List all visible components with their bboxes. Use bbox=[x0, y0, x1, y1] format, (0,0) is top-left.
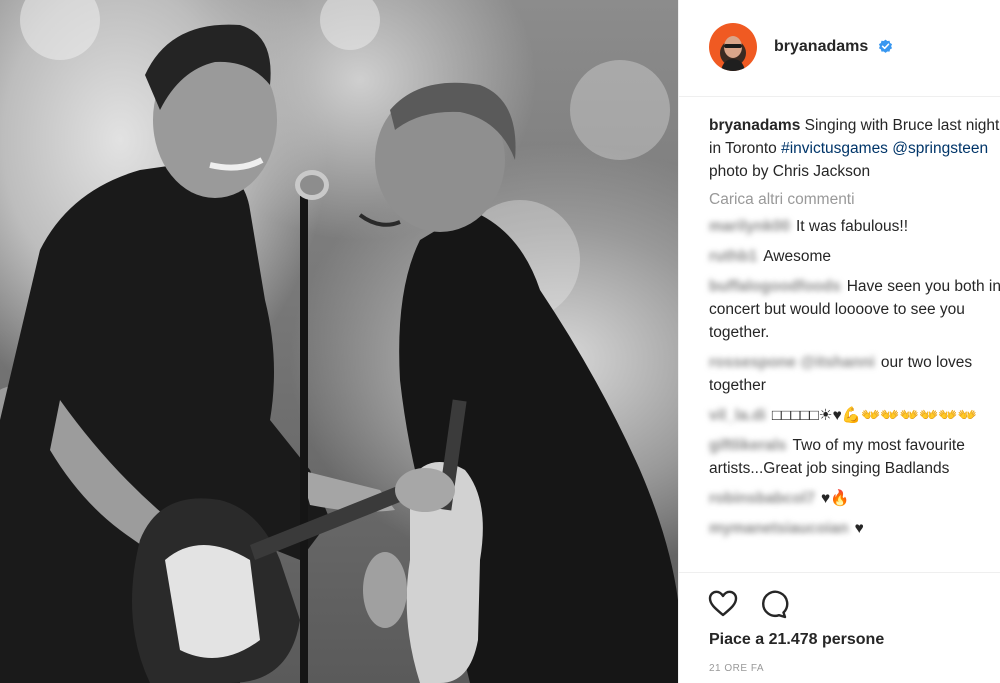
hashtag-link[interactable]: #invictusgames bbox=[781, 140, 888, 157]
comment-username[interactable]: ruthb1 bbox=[709, 248, 757, 265]
comment-text: ♥🔥 bbox=[820, 490, 850, 507]
comment-username[interactable]: marilynk00 bbox=[709, 218, 790, 235]
load-more-comments-link[interactable]: Carica altri commenti bbox=[709, 188, 1000, 211]
comment-username[interactable]: vil_la.di bbox=[709, 407, 766, 424]
comment-item: robinsbabcol7 ♥🔥 bbox=[709, 487, 1000, 510]
comment-text: It was fabulous!! bbox=[796, 218, 909, 235]
comment-text-cont: together bbox=[709, 377, 766, 394]
comment-item: giftlikerals Two of my most favourite art… bbox=[709, 434, 1000, 480]
verified-badge-icon bbox=[878, 39, 893, 53]
comment-username[interactable]: giftlikerals bbox=[709, 437, 787, 454]
comment-username[interactable]: buffalogoodfoods bbox=[709, 278, 841, 295]
caption-text: Singing with Bruce last night bbox=[804, 117, 1000, 134]
likes-count[interactable]: Piace a 21.478 persone bbox=[709, 631, 884, 649]
comment-text: our two loves bbox=[880, 354, 973, 371]
concert-photo-illustration bbox=[0, 0, 678, 683]
post-caption: bryanadams Singing with Bruce last night bbox=[709, 114, 1000, 137]
comment-username[interactable]: rossespone @itshanni bbox=[709, 354, 875, 371]
comment-text: Have seen you both in bbox=[846, 278, 1000, 295]
post-side-panel: bryanadams bryanadams Singing with Bruce… bbox=[678, 0, 1000, 683]
post-header: bryanadams bbox=[679, 0, 1000, 97]
comment-item: vil_la.di □□□□□☀♥💪👐👐👐👐👐👐 bbox=[709, 404, 1000, 427]
post-author-username[interactable]: bryanadams bbox=[774, 38, 868, 56]
comment-text-cont: artists...Great job singing Badlands bbox=[709, 460, 950, 477]
avatar-portrait-icon bbox=[720, 36, 746, 71]
avatar[interactable] bbox=[709, 23, 757, 71]
post-caption-line3: photo by Chris Jackson bbox=[709, 160, 1000, 183]
comment-item: ruthb1 Awesome bbox=[709, 245, 1000, 268]
comment-text: Two of my most favourite bbox=[792, 437, 965, 454]
post-photo[interactable] bbox=[0, 0, 678, 683]
heart-icon[interactable] bbox=[707, 588, 739, 620]
comment-item: rossespone @itshanni our two loves togeth… bbox=[709, 351, 1000, 397]
caption-line2-text: in Toronto bbox=[709, 140, 777, 157]
comment-username[interactable]: mymanetsiaucoian bbox=[709, 520, 849, 537]
post-caption-line2: in Toronto #invictusgames @springsteen bbox=[709, 137, 1000, 160]
comment-username[interactable]: robinsbabcol7 bbox=[709, 490, 815, 507]
caption-username[interactable]: bryanadams bbox=[709, 117, 800, 134]
post-actions: Piace a 21.478 persone 21 ORE FA bbox=[679, 572, 1000, 683]
comment-text: Awesome bbox=[763, 248, 831, 265]
comment-item: buffalogoodfoods Have seen you both in co… bbox=[709, 275, 1000, 344]
comment-text: □□□□□☀♥💪👐👐👐👐👐👐 bbox=[771, 407, 977, 424]
comment-text: ♥ bbox=[854, 520, 864, 537]
caption-line3-text: photo by Chris Jackson bbox=[709, 163, 871, 180]
comment-text-cont: concert but would loooove to see you bbox=[709, 301, 965, 318]
comments-section: bryanadams Singing with Bruce last night… bbox=[709, 114, 1000, 547]
comment-text-cont: together. bbox=[709, 324, 770, 341]
mention-link[interactable]: @springsteen bbox=[892, 140, 988, 157]
comment-item: marilynk00 It was fabulous!! bbox=[709, 215, 1000, 238]
comment-bubble-icon[interactable] bbox=[757, 588, 789, 620]
comment-item: mymanetsiaucoian ♥ bbox=[709, 517, 1000, 540]
post-timestamp[interactable]: 21 ORE FA bbox=[709, 663, 764, 674]
